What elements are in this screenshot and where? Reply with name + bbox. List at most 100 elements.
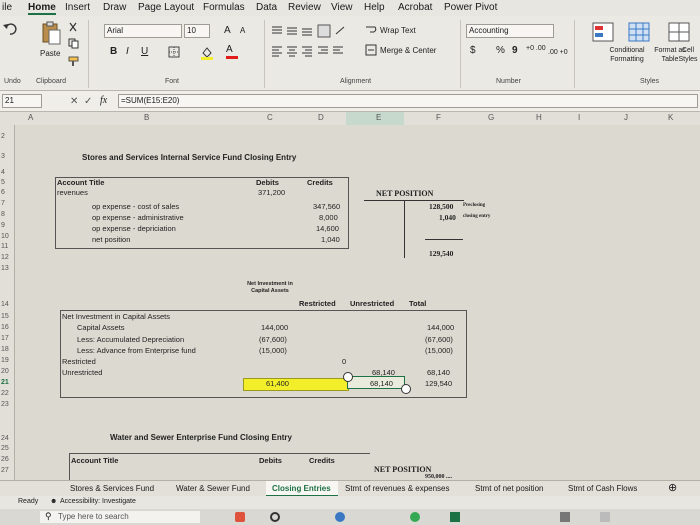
shrink-font-button[interactable]: A — [240, 26, 245, 35]
col-header-h[interactable]: H — [536, 113, 542, 122]
accessibility-status[interactable]: Accessibility: Investigate — [60, 498, 136, 505]
row-header[interactable]: 25 — [1, 445, 9, 452]
number-format-select[interactable]: Accounting — [466, 24, 554, 38]
accessibility-icon[interactable]: ☻ — [50, 498, 57, 505]
row-header[interactable]: 2 — [1, 133, 5, 140]
row-header[interactable]: 17 — [1, 335, 9, 342]
cell-styles-button[interactable]: Cell Styles — [676, 46, 700, 64]
row-header[interactable]: 3 — [1, 153, 5, 160]
row-header[interactable]: 7 — [1, 200, 5, 207]
enter-icon[interactable]: ✓ — [84, 96, 92, 107]
tab-acrobat[interactable]: Acrobat — [398, 2, 432, 13]
fx-icon[interactable]: fx — [100, 95, 107, 106]
col-header-e[interactable]: E — [376, 113, 381, 122]
row-header[interactable]: 16 — [1, 324, 9, 331]
tab-formulas[interactable]: Formulas — [203, 2, 245, 13]
highlighted-total-cell[interactable] — [243, 378, 349, 391]
font-name-select[interactable]: Arial — [104, 24, 182, 38]
format-painter-icon[interactable] — [68, 56, 80, 67]
tab-review[interactable]: Review — [288, 2, 321, 13]
sheet-tab-net-position[interactable]: Stmt of net position — [475, 484, 543, 493]
row-header-selected[interactable]: 21 — [1, 379, 9, 386]
conditional-formatting-button[interactable]: Conditional Formatting — [604, 46, 650, 64]
tab-home[interactable]: Home — [28, 2, 56, 15]
format-as-table-icon[interactable] — [628, 22, 650, 42]
tab-insert[interactable]: Insert — [65, 2, 90, 13]
file-tab[interactable]: ile — [2, 2, 12, 13]
row-header[interactable]: 10 — [1, 233, 9, 240]
fill-color-icon[interactable] — [200, 46, 214, 60]
merge-center-icon[interactable] — [365, 44, 377, 56]
undo-icon[interactable] — [2, 22, 18, 36]
italic-button[interactable]: I — [126, 46, 129, 57]
row-header[interactable]: 14 — [1, 301, 9, 308]
shape-handle[interactable] — [343, 372, 353, 382]
excel-taskbar-icon[interactable] — [450, 512, 460, 522]
add-sheet-icon[interactable]: ⊕ — [668, 481, 677, 494]
wrap-text-icon[interactable] — [365, 25, 377, 35]
font-color-button[interactable]: A — [226, 44, 240, 59]
taskbar-search[interactable]: ⚲ Type here to search — [40, 511, 200, 523]
row-header[interactable]: 5 — [1, 179, 5, 186]
comma-style-button[interactable]: 9 — [512, 45, 518, 56]
conditional-formatting-icon[interactable] — [592, 22, 614, 42]
row-header[interactable]: 4 — [1, 169, 5, 176]
tab-help[interactable]: Help — [364, 2, 385, 13]
cut-icon[interactable] — [68, 22, 78, 32]
row-header[interactable]: 13 — [1, 265, 9, 272]
cell-styles-icon[interactable] — [668, 22, 690, 42]
col-header-j[interactable]: J — [624, 113, 628, 122]
col-header-f[interactable]: F — [436, 113, 441, 122]
row-header[interactable]: 9 — [1, 222, 5, 229]
name-box[interactable]: 21 — [2, 94, 42, 108]
bold-button[interactable]: B — [110, 46, 117, 57]
sheet-tab-cash-flows[interactable]: Stmt of Cash Flows — [568, 484, 637, 493]
increase-decimal-button[interactable]: +0 .00 — [526, 45, 546, 52]
row-header[interactable]: 24 — [1, 435, 9, 442]
app-icon[interactable] — [235, 512, 245, 522]
col-header-a[interactable]: A — [28, 113, 33, 122]
sheet-tab-stores[interactable]: Stores & Services Fund — [70, 484, 154, 493]
underline-button[interactable]: U — [141, 46, 148, 57]
percent-button[interactable]: % — [496, 45, 505, 56]
worksheet-grid[interactable]: Stores and Services Internal Service Fun… — [15, 125, 700, 481]
row-header[interactable]: 12 — [1, 254, 9, 261]
wrap-text-button[interactable]: Wrap Text — [380, 26, 416, 35]
sheet-tab-revenues[interactable]: Stmt of revenues & expenses — [345, 484, 450, 493]
row-header[interactable]: 19 — [1, 357, 9, 364]
sheet-tab-closing-entries[interactable]: Closing Entries — [272, 484, 331, 493]
app-icon[interactable] — [335, 512, 345, 522]
row-header[interactable]: 18 — [1, 346, 9, 353]
cancel-icon[interactable]: ✕ — [70, 96, 78, 107]
col-header-d[interactable]: D — [318, 113, 324, 122]
formula-input[interactable]: =SUM(E15:E20) — [118, 94, 698, 108]
tab-data[interactable]: Data — [256, 2, 277, 13]
align-horizontal-icons[interactable] — [270, 44, 360, 58]
app-icon[interactable] — [270, 512, 280, 522]
row-header[interactable]: 8 — [1, 211, 5, 218]
font-size-select[interactable]: 10 — [184, 24, 210, 38]
tab-view[interactable]: View — [331, 2, 353, 13]
col-header-b[interactable]: B — [144, 113, 149, 122]
align-top-icons[interactable] — [270, 24, 350, 38]
paste-icon[interactable] — [40, 20, 62, 46]
row-header[interactable]: 23 — [1, 401, 9, 408]
grow-font-button[interactable]: A — [224, 25, 231, 36]
merge-center-button[interactable]: Merge & Center — [380, 46, 436, 55]
sheet-tab-water-sewer[interactable]: Water & Sewer Fund — [176, 484, 250, 493]
borders-icon[interactable] — [168, 46, 180, 58]
tab-power-pivot[interactable]: Power Pivot — [444, 2, 497, 13]
app-icon[interactable] — [410, 512, 420, 522]
row-header[interactable]: 6 — [1, 189, 5, 196]
shape-handle[interactable] — [401, 384, 411, 394]
tab-page-layout[interactable]: Page Layout — [138, 2, 194, 13]
col-header-c[interactable]: C — [267, 113, 273, 122]
app-icon[interactable] — [560, 512, 570, 522]
row-header[interactable]: 26 — [1, 456, 9, 463]
decrease-decimal-button[interactable]: .00 +0 — [548, 49, 568, 56]
col-header-k[interactable]: K — [668, 113, 673, 122]
row-header[interactable]: 11 — [1, 243, 8, 250]
paste-button-label[interactable]: Paste — [40, 49, 60, 58]
app-icon[interactable] — [600, 512, 610, 522]
currency-button[interactable]: $ — [470, 45, 476, 56]
